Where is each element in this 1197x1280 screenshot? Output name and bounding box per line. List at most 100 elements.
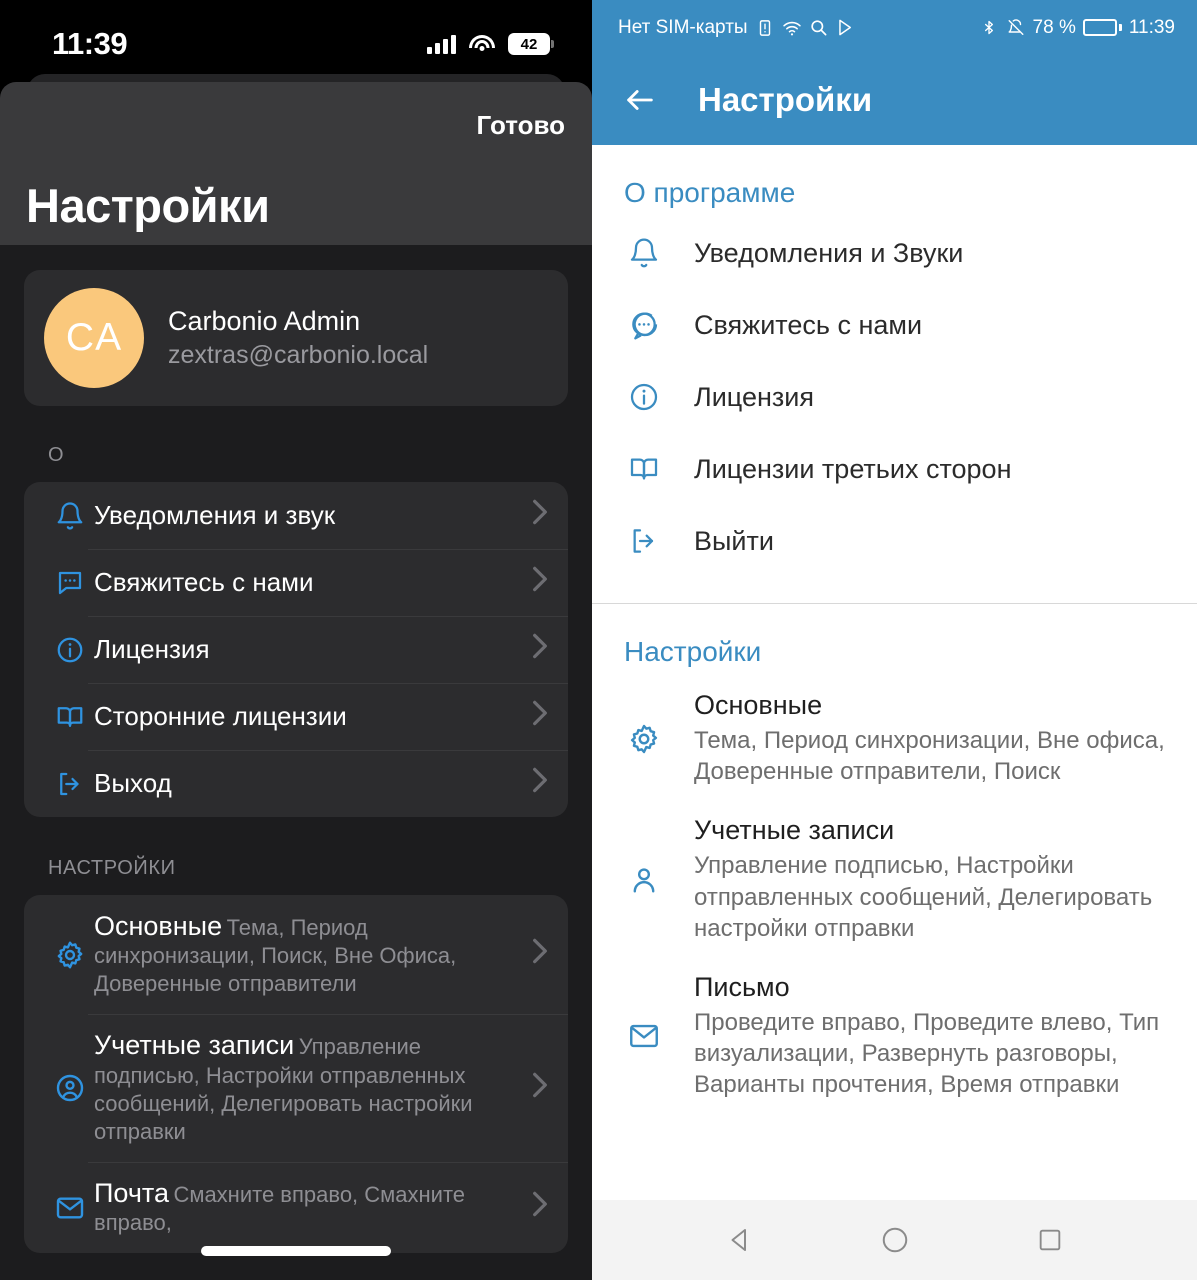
sim-status-text: Нет SIM-карты [618, 16, 748, 38]
chevron-right-icon [532, 565, 548, 600]
list-item-title: Письмо [694, 971, 790, 1002]
list-item-notifications[interactable]: Уведомления и звук [24, 482, 568, 549]
bell-icon [624, 237, 664, 269]
list-item-text: Основные Тема, Период синхронизации, Пои… [94, 911, 532, 998]
list-item-label: Свяжитесь с нами [94, 567, 314, 597]
list-item-text: Почта Смахните вправо, Смахните вправо, [94, 1178, 532, 1237]
battery-cap [551, 40, 554, 48]
section-header-about: О программе [624, 177, 796, 208]
page-title: Настройки [26, 179, 270, 232]
battery-icon [1082, 19, 1122, 36]
list-item-title: Учетные записи [694, 815, 895, 846]
list-item-label: Лицензия [94, 634, 210, 664]
list-item-general[interactable]: Основные Тема, Период синхронизации, Пои… [24, 895, 568, 1014]
battery-icon: 42 [508, 33, 554, 55]
logout-icon [624, 525, 664, 557]
list-item-accounts[interactable]: Учетные записи Управление подписью, Наст… [24, 1014, 568, 1162]
about-list: Уведомления и звук Свяжитесь с нами Лице… [24, 482, 568, 817]
chat-bubble-icon [624, 309, 664, 341]
list-item-text: Письмо Проведите вправо, Проведите влево… [694, 972, 1171, 1101]
gear-icon [624, 722, 664, 756]
list-item-title: Основные [94, 911, 223, 941]
logout-icon [46, 769, 94, 799]
list-item-contact-us[interactable]: Свяжитесь с нами [592, 289, 1197, 361]
battery-body [1082, 19, 1117, 36]
wifi-icon [469, 34, 495, 54]
list-item-license[interactable]: Лицензия [24, 616, 568, 683]
list-item-contact-us[interactable]: Свяжитесь с нами [24, 549, 568, 616]
battery-percent-text: 78 % [1032, 16, 1076, 38]
nav-recents-square-icon[interactable] [1027, 1217, 1073, 1263]
android-status-left: Нет SIM-карты [618, 17, 856, 39]
list-item-text: Учетные записи Управление подписью, Наст… [94, 1030, 532, 1146]
list-item-label: Лицензия [694, 381, 814, 412]
list-item-mail[interactable]: Почта Смахните вправо, Смахните вправо, [24, 1162, 568, 1253]
list-item-logout[interactable]: Выход [24, 750, 568, 817]
list-item-label: Выйти [694, 525, 774, 556]
account-card[interactable]: CA Carbonio Admin zextras@carbonio.local [24, 270, 568, 406]
android-status-time: 11:39 [1128, 16, 1175, 38]
list-item-third-party-licenses[interactable]: Сторонние лицензии [24, 683, 568, 750]
wifi-icon [782, 18, 802, 38]
battery-cap [1118, 24, 1122, 31]
page-title: Настройки [698, 81, 873, 118]
mail-icon [624, 1019, 664, 1053]
list-item-text: Учетные записи Управление подписью, Наст… [694, 815, 1171, 944]
list-item-label: Выход [94, 768, 172, 798]
ios-sheet-header: Готово Настройки [0, 82, 592, 245]
list-item-title: Основные [694, 690, 823, 720]
bell-icon [46, 501, 94, 531]
sim-alert-icon [755, 18, 775, 38]
bluetooth-icon [979, 18, 999, 38]
account-info: Carbonio Admin zextras@carbonio.local [168, 306, 428, 370]
list-item-license[interactable]: Лицензия [592, 361, 1197, 433]
settings-list: Основные Тема, Период синхронизации, Пои… [24, 895, 568, 1254]
android-content: О программе Уведомления и Звуки Свяжитес… [592, 145, 1197, 1200]
list-item-notifications[interactable]: Уведомления и Звуки [592, 217, 1197, 289]
account-circle-icon [46, 1072, 94, 1104]
chevron-right-icon [532, 1190, 548, 1225]
battery-level-text: 42 [508, 33, 550, 55]
chevron-right-icon [532, 766, 548, 801]
list-item-title: Почта [94, 1178, 169, 1209]
info-circle-icon [624, 381, 664, 413]
list-item-label: Свяжитесь с нами [694, 309, 923, 340]
nav-home-circle-icon[interactable] [872, 1217, 918, 1263]
list-item-title: Учетные записи [94, 1030, 295, 1061]
home-indicator [201, 1246, 391, 1256]
play-store-icon [836, 18, 856, 38]
list-item-logout[interactable]: Выйти [592, 505, 1197, 577]
dual-screenshot-comparison: 11:39 42 Готово Настройки CA Carbonio Ad… [0, 0, 1197, 1280]
done-button[interactable]: Готово [477, 110, 565, 141]
list-item-third-party-licenses[interactable]: Лицензии третьих сторон [592, 433, 1197, 505]
list-item-subtitle: Тема, Период синхронизации, Вне офиса, Д… [694, 727, 1165, 786]
arrow-back-icon[interactable] [620, 80, 660, 120]
chevron-right-icon [532, 937, 548, 972]
gear-icon [46, 939, 94, 971]
list-item-accounts[interactable]: Учетные записи Управление подписью, Наст… [592, 801, 1197, 958]
ios-screen: 11:39 42 Готово Настройки CA Carbonio Ad… [0, 0, 592, 1280]
ios-settings-sheet: Готово Настройки CA Carbonio Admin zextr… [0, 82, 592, 1280]
chat-bubble-icon [46, 568, 94, 598]
android-status-right: 78 % 11:39 [979, 17, 1175, 39]
list-item-text: Основные Тема, Период синхронизации, Вне… [694, 690, 1171, 787]
ios-status-icons: 42 [427, 33, 554, 55]
mail-icon [46, 1192, 94, 1224]
list-item-label: Уведомления и Звуки [694, 237, 964, 268]
android-status-bar: Нет SIM-карты 78 % 11:39 [592, 0, 1197, 55]
list-item-subtitle: Проведите вправо, Проведите влево, Тип в… [694, 1008, 1160, 1099]
cellular-signal-icon [427, 34, 456, 54]
list-item-mail[interactable]: Письмо Проведите вправо, Проведите влево… [592, 958, 1197, 1115]
chevron-right-icon [532, 632, 548, 667]
account-email: zextras@carbonio.local [168, 341, 429, 369]
chevron-right-icon [532, 498, 548, 533]
account-name: Carbonio Admin [168, 306, 361, 336]
android-navigation-bar [592, 1200, 1197, 1280]
info-circle-icon [46, 635, 94, 665]
nav-back-triangle-icon[interactable] [717, 1217, 763, 1263]
list-item-general[interactable]: Основные Тема, Период синхронизации, Вне… [592, 676, 1197, 801]
section-header-settings: Настройки [624, 636, 762, 667]
book-icon [46, 702, 94, 732]
android-screen: Нет SIM-карты 78 % 11:39 Настройки О про… [592, 0, 1197, 1280]
person-icon [624, 863, 664, 897]
